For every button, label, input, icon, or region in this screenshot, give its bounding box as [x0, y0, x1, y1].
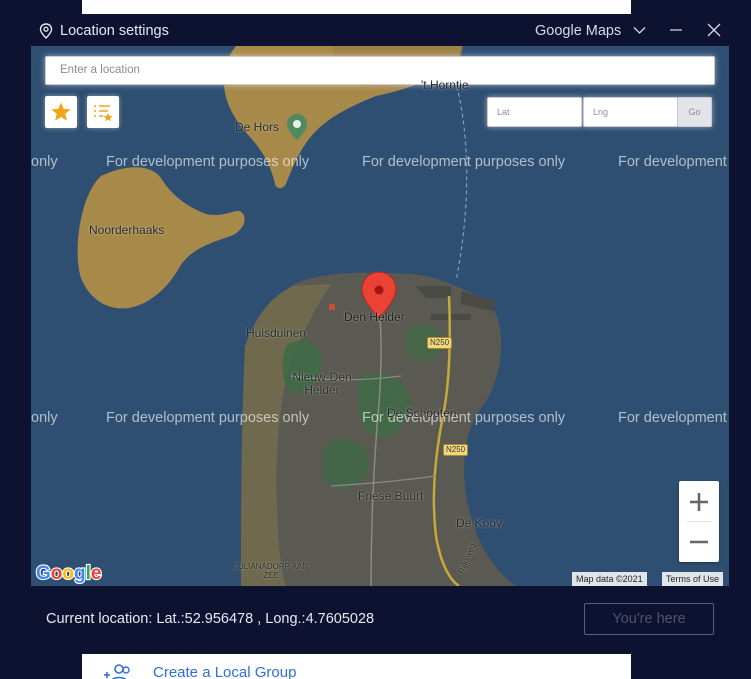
place-label-nieuw-den-helder: Nieuw-Den Helder	[292, 370, 352, 397]
dev-watermark: For development	[618, 154, 727, 170]
road-shield: N250	[427, 337, 453, 349]
chevron-down-icon[interactable]	[633, 24, 646, 36]
zoom-out-button[interactable]	[679, 522, 719, 562]
zoom-control	[679, 481, 719, 562]
dev-watermark: For development purposes only	[106, 410, 310, 426]
latitude-input[interactable]: Lat	[487, 97, 582, 127]
place-label-friese-buurt: Friese Buurt	[358, 489, 424, 503]
dev-watermark: For development purposes only	[106, 154, 310, 170]
longitude-input[interactable]: Lng	[583, 97, 678, 127]
map-view[interactable]: Enter a location Lat Lng Go only For dev…	[31, 46, 729, 586]
go-button[interactable]: Go	[677, 97, 712, 127]
place-label-de-kooy: De Kooy	[456, 516, 503, 530]
place-label-de-hors: De Hors	[235, 120, 280, 134]
create-local-group-link[interactable]: Create a Local Group	[153, 664, 296, 679]
background-panel-bottom: Create a Local Group	[82, 654, 631, 679]
place-label-de-schooten: De Schooten	[387, 406, 457, 420]
favorites-button[interactable]	[45, 96, 77, 128]
current-location-text: Current location: Lat.:52.956478 , Long.…	[46, 611, 375, 627]
youre-here-button[interactable]: You're here	[584, 603, 714, 635]
saved-locations-button[interactable]	[87, 96, 119, 128]
titlebar: Location settings Google Maps	[31, 14, 729, 48]
google-logo: Google	[35, 562, 103, 584]
close-icon[interactable]	[707, 23, 721, 37]
minimize-icon[interactable]	[669, 23, 683, 37]
location-settings-dialog: Location settings Google Maps Enter a lo…	[31, 14, 729, 654]
dev-watermark: only	[31, 410, 58, 426]
dev-watermark: only	[31, 154, 58, 170]
location-pin-icon	[39, 23, 53, 39]
location-search-input[interactable]: Enter a location	[45, 56, 715, 85]
road-shield: N250	[443, 444, 469, 456]
place-label-noorderhaaks: Noorderhaaks	[89, 223, 165, 237]
dev-watermark: For development	[618, 410, 727, 426]
dialog-title: Location settings	[60, 23, 169, 39]
place-label-julianadorp: JULIANADORP AAN ZEE	[233, 562, 309, 580]
zoom-in-button[interactable]	[679, 481, 719, 521]
map-attribution: Map data ©2021	[572, 572, 647, 586]
place-label-huisduinen: Huisduinen	[246, 326, 307, 340]
map-provider-select[interactable]: Google Maps	[535, 23, 621, 39]
svg-text:Google: Google	[36, 563, 101, 584]
dev-watermark: For development purposes only	[362, 154, 566, 170]
place-label-thorntje: 't Horntje	[421, 78, 469, 92]
place-label-den-helder: Den Helder	[344, 310, 405, 324]
star-icon	[51, 102, 71, 121]
terms-of-use-link[interactable]: Terms of Use	[662, 572, 724, 586]
background-panel-top	[82, 0, 631, 14]
add-group-icon	[104, 664, 130, 679]
list-star-icon	[94, 105, 113, 122]
